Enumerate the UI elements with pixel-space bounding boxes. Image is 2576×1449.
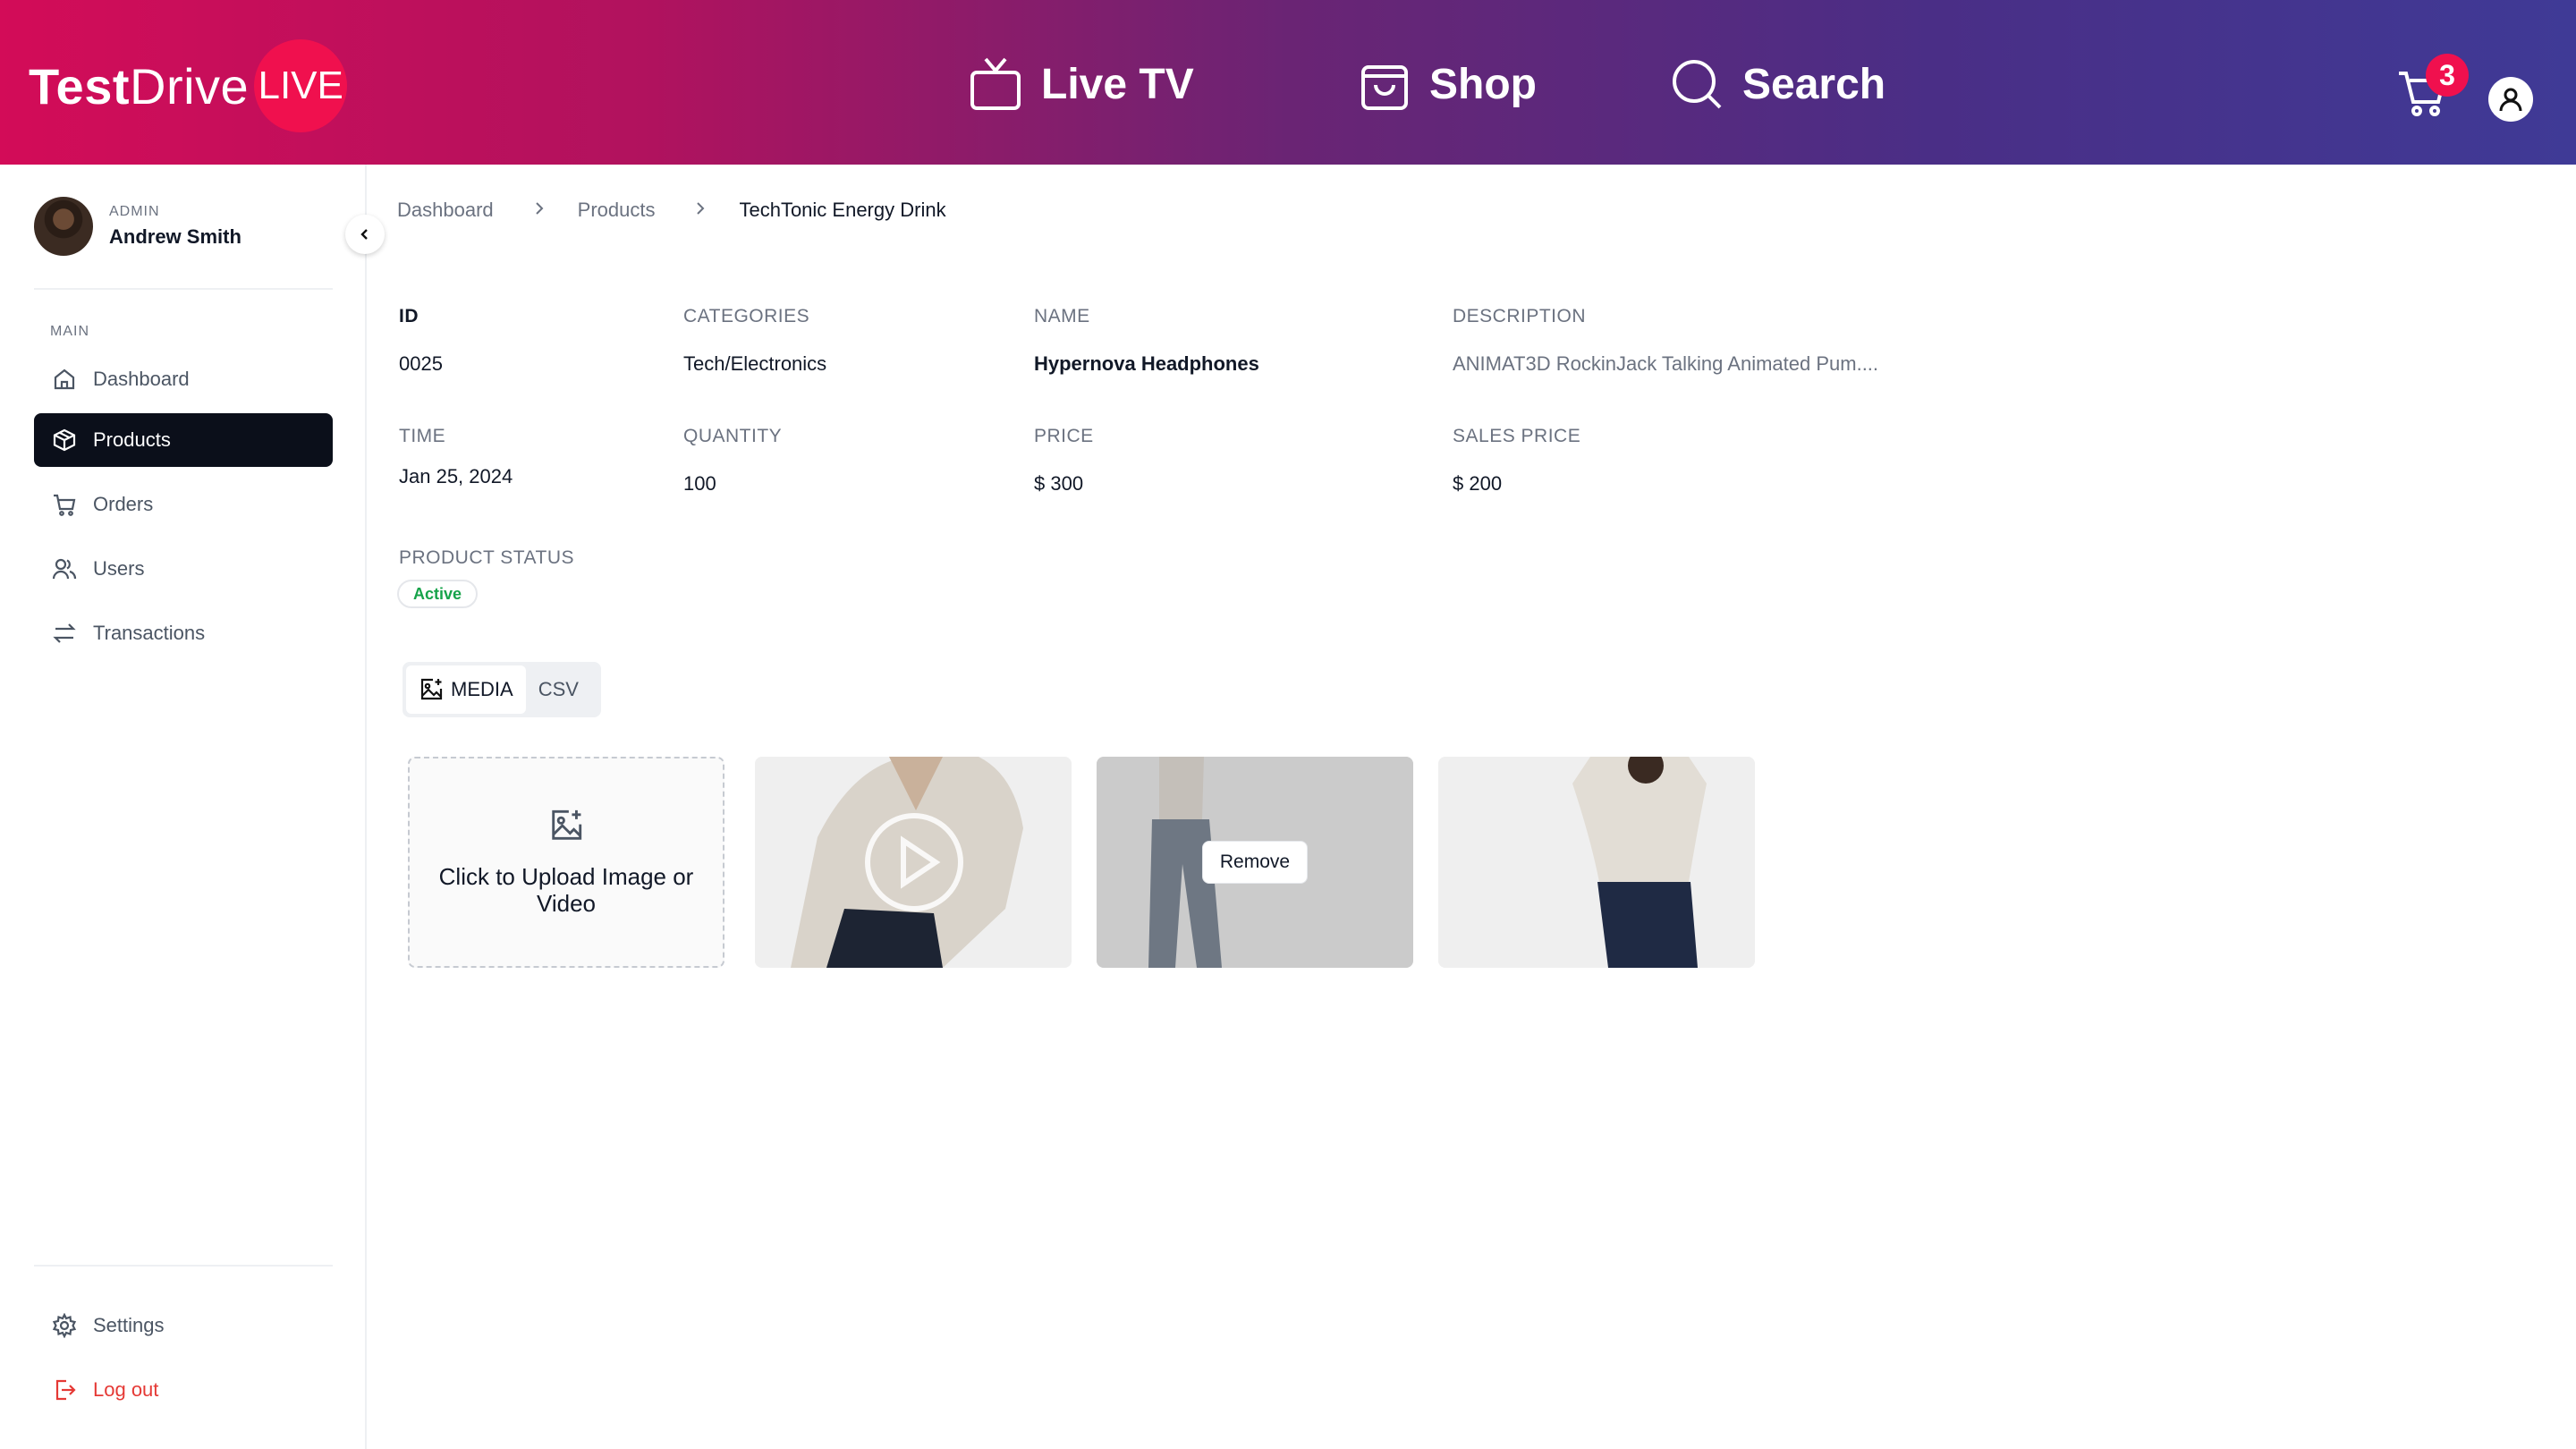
logo-text: TestDrive	[29, 57, 250, 114]
sidebar-item-label: Transactions	[93, 622, 206, 644]
categories-label: CATEGORIES	[683, 306, 810, 326]
status-label: PRODUCT STATUS	[399, 547, 575, 568]
upload-dropzone[interactable]: Click to Upload Image or Video	[408, 757, 724, 968]
upload-text: Click to Upload Image or Video	[438, 863, 694, 917]
tab-media-label: MEDIA	[451, 678, 513, 700]
search-icon	[1673, 60, 1722, 109]
sidebar-item-label: Dashboard	[93, 368, 190, 390]
chevron-right-icon	[694, 199, 707, 222]
sidebar-item-orders[interactable]: Orders	[34, 478, 333, 531]
time-label: TIME	[399, 426, 446, 446]
sidebar-divider	[34, 1265, 333, 1267]
media-image-thumbnail[interactable]	[1438, 757, 1755, 968]
user-profile[interactable]: ADMIN Andrew Smith	[34, 197, 242, 256]
nav-shop-label: Shop	[1429, 60, 1537, 108]
cart-icon	[54, 494, 76, 516]
sidebar-item-users[interactable]: Users	[34, 542, 333, 596]
nav-search-label: Search	[1742, 60, 1886, 108]
breadcrumb-products[interactable]: Products	[578, 199, 656, 222]
time-value: Jan 25, 2024	[399, 465, 513, 487]
id-label: ID	[399, 306, 419, 326]
arrows-icon	[53, 623, 76, 643]
sidebar-item-label: Users	[93, 557, 145, 580]
id-value: 0025	[399, 352, 443, 375]
status-badge: Active	[397, 580, 479, 608]
image-add-icon	[420, 678, 443, 700]
profile-role: ADMIN	[109, 204, 160, 219]
quantity-label: QUANTITY	[683, 426, 783, 446]
name-label: NAME	[1034, 306, 1090, 326]
box-icon	[53, 428, 76, 452]
cart-count-badge: 3	[2426, 54, 2469, 97]
tab-csv-label: CSV	[538, 678, 579, 700]
logout-label: Log out	[93, 1378, 159, 1401]
sidebar-item-products[interactable]: Products	[34, 413, 333, 467]
avatar	[34, 197, 93, 256]
nav-shop[interactable]: Shop	[1360, 52, 1537, 116]
logo-live-badge: LIVE	[254, 39, 348, 132]
chevron-right-icon	[533, 199, 546, 222]
nav-live-tv-label: Live TV	[1041, 60, 1194, 108]
description-label: DESCRIPTION	[1453, 306, 1587, 326]
name-value: Hypernova Headphones	[1034, 352, 1259, 375]
image-add-icon	[552, 809, 582, 840]
top-header: TestDrive LIVE Live TV Shop Search 3	[0, 0, 2576, 165]
sidebar: ADMIN Andrew Smith MAIN Dashboard Produc…	[0, 165, 367, 1449]
sweater-back-image	[1438, 757, 1755, 968]
nav-live-tv[interactable]: Live TV	[970, 52, 1194, 116]
sidebar-item-settings[interactable]: Settings	[34, 1299, 333, 1352]
user-icon	[2499, 88, 2522, 112]
price-value: $ 300	[1034, 472, 1084, 495]
sales-price-label: SALES PRICE	[1453, 426, 1581, 446]
tab-media[interactable]: MEDIA	[406, 665, 526, 714]
remove-button[interactable]: Remove	[1202, 841, 1308, 884]
price-label: PRICE	[1034, 426, 1094, 446]
nav-search[interactable]: Search	[1671, 52, 1885, 116]
sidebar-section-label: MAIN	[50, 324, 89, 339]
sidebar-item-dashboard[interactable]: Dashboard	[34, 352, 333, 406]
sales-price-value: $ 200	[1453, 472, 1503, 495]
play-icon	[865, 813, 963, 911]
profile-name: Andrew Smith	[109, 225, 242, 248]
media-tabs: MEDIA CSV	[402, 662, 601, 717]
media-video-thumbnail[interactable]	[755, 757, 1072, 968]
sidebar-item-label: Settings	[93, 1314, 165, 1336]
home-icon	[54, 369, 75, 390]
sidebar-item-label: Products	[93, 428, 171, 451]
sidebar-item-transactions[interactable]: Transactions	[34, 606, 333, 660]
breadcrumb-current: TechTonic Energy Drink	[739, 199, 946, 221]
logout-button[interactable]: Log out	[34, 1363, 333, 1417]
gear-icon	[52, 1313, 77, 1338]
chevron-left-icon	[360, 229, 368, 240]
sidebar-divider	[34, 288, 333, 290]
logo[interactable]: TestDrive LIVE	[29, 39, 348, 132]
breadcrumb-dashboard[interactable]: Dashboard	[397, 199, 494, 222]
shopping-bag-icon	[1361, 65, 1408, 110]
breadcrumb: Dashboard Products TechTonic Energy Drin…	[397, 199, 946, 222]
users-icon	[52, 558, 77, 580]
user-account-button[interactable]	[2488, 77, 2533, 122]
tv-icon	[970, 57, 1021, 110]
description-value: ANIMAT3D RockinJack Talking Animated Pum…	[1453, 352, 1879, 375]
quantity-value: 100	[683, 472, 716, 495]
sidebar-item-label: Orders	[93, 493, 154, 515]
sidebar-collapse-button[interactable]	[345, 215, 385, 254]
media-image-thumbnail[interactable]: Remove	[1097, 757, 1413, 968]
logout-icon	[55, 1379, 76, 1401]
categories-value: Tech/Electronics	[683, 352, 827, 375]
tab-csv[interactable]: CSV	[526, 665, 591, 714]
